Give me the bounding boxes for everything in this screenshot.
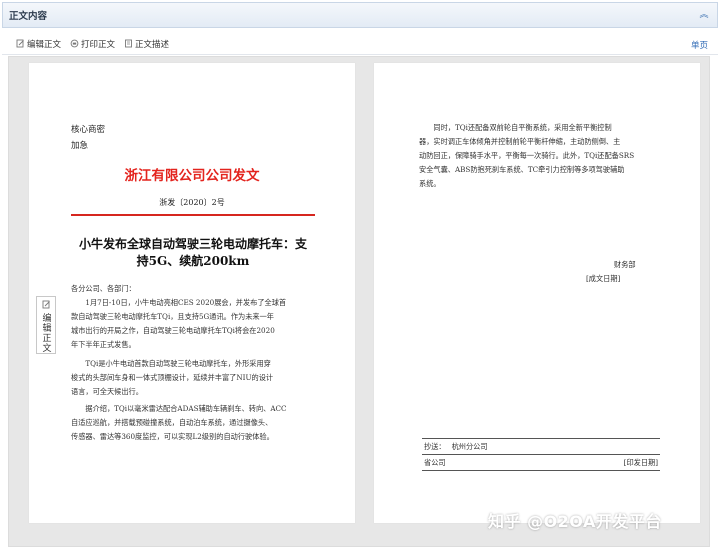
print-body-label: 打印正文 (81, 39, 116, 50)
watermark: 知乎 @O2OA开发平台 (488, 512, 662, 531)
text-line: 1月7日-10日，小牛电动亮相CES 2020展会，并发布了全球首 (71, 298, 287, 307)
body-paragraph-2: TQi是小牛电动首款自动驾驶三轮电动摩托车，外形采用穿 梭式的头部间车身和一体式… (71, 357, 315, 399)
edit-body-label: 编辑正文 (27, 39, 62, 50)
issuing-office: 省公司 (424, 458, 446, 467)
side-edit-body-label: 编辑正文 (40, 313, 51, 353)
edit-icon (42, 300, 51, 311)
text-line: 同时，TQi还配备双前轮自平衡系统，采用全新平衡控制 (419, 123, 612, 132)
text-line: 城市出行的开局之作，自动驾驶三轮电动摩托车TQi将会在2020 (71, 326, 275, 335)
text-line: 安全气囊、ABS防抱死刹车系统、TC牵引力控制等多项驾驶辅助 (419, 165, 625, 174)
body-paragraph-3: 据介绍，TQi以毫米雷达配合ADAS辅助车辆刹车、转向、ACC 自适应巡航，并搭… (71, 402, 315, 444)
document-page-1: 核心商密 加急 浙江有限公司公司发文 浙发〔2020〕2号 小牛发布全球自动驾驶… (29, 63, 355, 523)
panel-title: 正文内容 (9, 11, 48, 22)
text-line: TQi是小牛电动首款自动驾驶三轮电动摩托车，外形采用穿 (71, 359, 271, 368)
secret-level: 核心商密 (71, 125, 106, 135)
red-divider (71, 214, 315, 216)
text-line: 年下半年正式发售。 (71, 340, 136, 349)
print-body-button[interactable]: 打印正文 (70, 38, 115, 50)
text-line: 据介绍，TQi以毫米雷达配合ADAS辅助车辆刹车、转向、ACC (71, 404, 287, 413)
body-description-button[interactable]: 正文描述 (124, 38, 169, 50)
text-line: 语言，可全天候出行。 (71, 387, 143, 396)
urgency-level: 加急 (71, 141, 89, 151)
print-icon (70, 39, 79, 48)
cc-top-rule (422, 438, 660, 439)
body-description-label: 正文描述 (135, 39, 170, 50)
text-line: 传感器、雷达等360度监控，可以实现L2级别的自动行驶体验。 (71, 432, 274, 441)
text-line: 自适应巡航，并搭载预碰撞系统，自动泊车系统，通过摄像头、 (71, 418, 273, 427)
document-title-line2: 持5G、续航200km (136, 254, 250, 268)
document-toolbar: 编辑正文 打印正文 正文描述 (2, 33, 718, 55)
chevron-up-icon[interactable]: ︽ (699, 10, 709, 20)
edit-icon (16, 39, 25, 48)
text-line: 器，实时调正车体倾角并控制前轮平衡杆伸缩，主动防侧倒、主 (419, 137, 621, 146)
drafting-date: [成文日期] (586, 274, 621, 283)
text-line: 款自动驾驶三轮电动摩托车TQi，且支持5G通讯。作为未来一年 (71, 312, 274, 321)
body-paragraph-1: 1月7日-10日，小牛电动亮相CES 2020展会，并发布了全球首 款自动驾驶三… (71, 296, 315, 352)
content-panel-header: 正文内容 ︽ (2, 2, 718, 28)
issue-date: [印发日期] (623, 458, 658, 467)
text-line: 系统。 (419, 179, 441, 188)
cc-row: 抄送： 杭州分公司 (424, 442, 658, 452)
document-number: 浙发〔2020〕2号 (159, 198, 225, 207)
document-page-2: 同时，TQi还配备双前轮自平衡系统，采用全新平衡控制 器，实时调正车体倾角并控制… (374, 63, 700, 523)
document-title-line1: 小牛发布全球自动驾驶三轮电动摩托车：支 (78, 237, 307, 251)
issuer-heading: 浙江有限公司公司发文 (124, 168, 260, 184)
body-paragraph-4: 同时，TQi还配备双前轮自平衡系统，采用全新平衡控制 器，实时调正车体倾角并控制… (419, 121, 657, 191)
document-viewer: 核心商密 加急 浙江有限公司公司发文 浙发〔2020〕2号 小牛发布全球自动驾驶… (8, 56, 710, 547)
signing-department: 财务部 (614, 260, 636, 269)
cc-middle-rule (422, 454, 660, 455)
document-title: 小牛发布全球自动驾驶三轮电动摩托车：支 持5G、续航200km (69, 236, 317, 270)
text-line: 梭式的头部间车身和一体式顶棚设计，延续并丰富了NIU的设计 (71, 373, 274, 382)
text-line: 动防回正，保障骑手水平，平衡每一次骑行。此外，TQi还配备SRS (419, 151, 635, 160)
document-icon (124, 39, 133, 48)
single-page-toggle[interactable]: 单页 (691, 39, 708, 51)
cc-bottom-rule (422, 470, 660, 471)
edit-body-button[interactable]: 编辑正文 (16, 38, 61, 50)
issue-row: 省公司 [印发日期] (424, 458, 658, 468)
cc-label: 抄送： (424, 442, 446, 451)
side-edit-body-button[interactable]: 编辑正文 (36, 296, 56, 354)
salutation: 各分公司、各部门： (71, 284, 136, 293)
cc-value: 杭州分公司 (451, 442, 488, 451)
